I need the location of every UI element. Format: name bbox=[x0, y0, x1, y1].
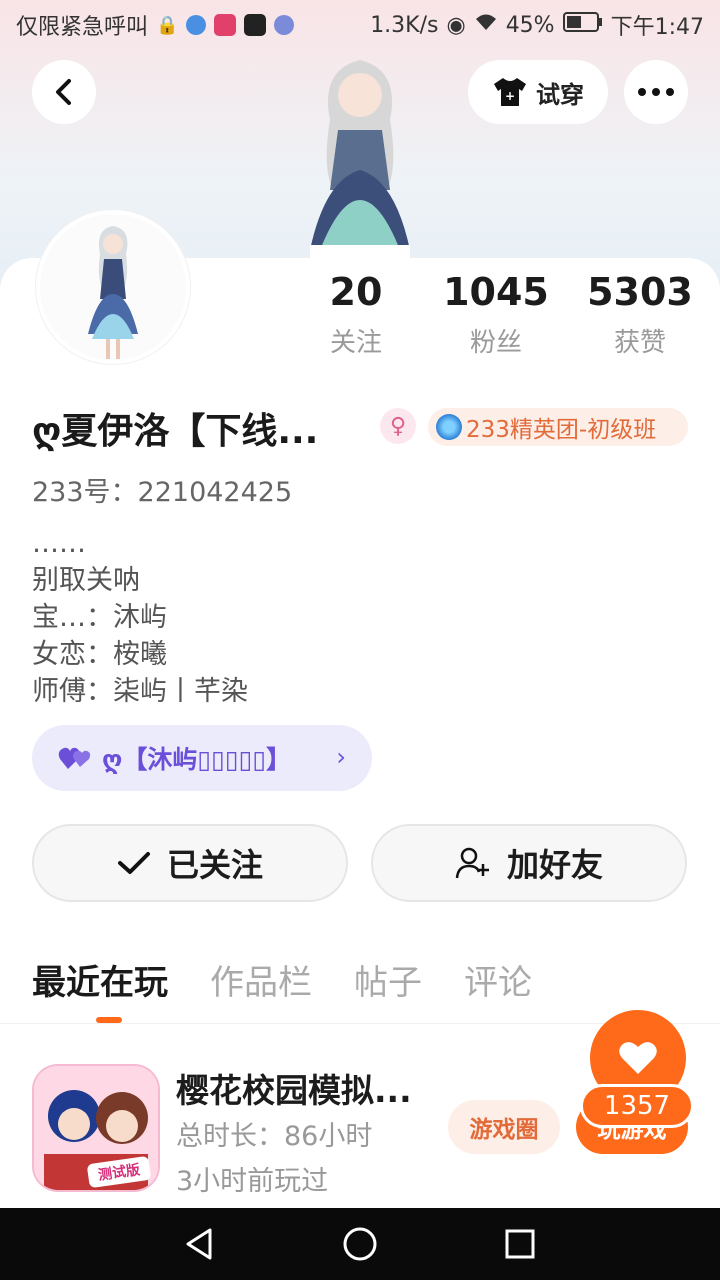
tshirt-icon: + bbox=[494, 78, 526, 106]
chevron-left-icon bbox=[56, 79, 71, 105]
chevron-right-icon: › bbox=[336, 743, 346, 771]
game-total-time: 总时长：86小时 bbox=[176, 1121, 373, 1152]
status-bar-left: 仅限紧急呼叫 🔒 bbox=[16, 9, 295, 41]
game-last-played: 3小时前玩过 bbox=[176, 1166, 329, 1197]
gender-female-icon: ♀ bbox=[380, 408, 416, 444]
stat-likes[interactable]: 5303 获赞 bbox=[570, 270, 710, 359]
svg-text:+: + bbox=[505, 89, 515, 103]
nav-back-button[interactable] bbox=[180, 1224, 220, 1264]
double-heart-icon bbox=[58, 747, 91, 769]
status-bar: 仅限紧急呼叫 🔒 1.3K/s ◉ 45% 下午1:47 bbox=[0, 0, 720, 50]
stat-value: 20 bbox=[329, 270, 383, 314]
bio-line: …… bbox=[32, 528, 86, 559]
wifi-icon bbox=[474, 12, 498, 38]
stat-value: 5303 bbox=[587, 270, 693, 314]
gem-icon bbox=[436, 414, 462, 440]
stat-label: 粉丝 bbox=[469, 328, 522, 358]
tab-posts[interactable]: 帖子 bbox=[354, 955, 422, 1004]
square-recents-icon bbox=[505, 1229, 535, 1259]
triangle-back-icon bbox=[186, 1228, 212, 1260]
game-circle-button[interactable]: 游戏圈 bbox=[448, 1100, 560, 1154]
check-icon bbox=[117, 852, 150, 874]
nav-recents-button[interactable] bbox=[500, 1224, 540, 1264]
add-user-icon bbox=[455, 847, 489, 879]
profile-tabs: 最近在玩 作品栏 帖子 评论 bbox=[32, 955, 532, 1023]
bio-line: 别取关呐 bbox=[32, 565, 140, 596]
app-icon bbox=[186, 15, 207, 35]
avatar[interactable] bbox=[36, 210, 190, 364]
camera-app-icon bbox=[214, 14, 237, 36]
bio-line: 女恋：桉曦 bbox=[32, 639, 167, 670]
stat-label: 获赞 bbox=[613, 328, 666, 358]
bio: …… 别取关呐 宝…：沐屿 女恋：桉曦 师傅：柒屿丨芊染 bbox=[32, 525, 248, 710]
lock-icon: 🔒 bbox=[156, 14, 179, 36]
more-dots-icon bbox=[638, 88, 674, 96]
stat-following[interactable]: 20 关注 bbox=[286, 270, 426, 359]
bio-line: 宝…：沐屿 bbox=[32, 602, 167, 633]
tab-recently-played[interactable]: 最近在玩 bbox=[32, 955, 168, 1023]
battery-percent: 45% bbox=[505, 12, 555, 38]
game-icon[interactable]: 测试版 bbox=[32, 1064, 160, 1192]
carrier-text: 仅限紧急呼叫 bbox=[16, 15, 149, 40]
cp-label: ღ【沐屿▯▯▯▯▯】 bbox=[102, 745, 292, 774]
battery-icon bbox=[562, 11, 603, 39]
circle-home-icon bbox=[343, 1227, 377, 1261]
add-friend-button[interactable]: 加好友 bbox=[371, 824, 687, 902]
club-badge-label: 233精英团-初级班 bbox=[466, 417, 657, 443]
heart-icon bbox=[619, 1042, 657, 1074]
stat-value: 1045 bbox=[443, 270, 549, 314]
nav-home-button[interactable] bbox=[340, 1224, 380, 1264]
game-title: 樱花校园模拟... bbox=[176, 1071, 412, 1110]
username: ღ夏伊洛【下线... bbox=[32, 411, 319, 452]
followed-button[interactable]: 已关注 bbox=[32, 824, 348, 902]
more-options-button[interactable] bbox=[624, 60, 688, 124]
cp-relationship-pill[interactable]: ღ【沐屿▯▯▯▯▯】 › bbox=[32, 725, 372, 791]
try-on-button[interactable]: + 试穿 bbox=[468, 60, 608, 124]
eye-icon: ◉ bbox=[446, 12, 466, 38]
club-badge[interactable]: 233精英团-初级班 bbox=[428, 408, 688, 446]
stat-followers[interactable]: 1045 粉丝 bbox=[426, 270, 566, 359]
music-app-icon bbox=[274, 15, 295, 35]
bio-line: 师傅：柒屿丨芊染 bbox=[32, 676, 248, 707]
capcut-app-icon bbox=[244, 14, 267, 36]
stat-label: 关注 bbox=[329, 328, 382, 358]
try-on-label: 试穿 bbox=[536, 80, 584, 109]
network-speed: 1.3K/s bbox=[370, 12, 439, 38]
status-bar-right: 1.3K/s ◉ 45% 下午1:47 bbox=[370, 9, 704, 41]
user-id: 233号：221042425 bbox=[32, 477, 293, 508]
followed-label: 已关注 bbox=[166, 846, 263, 884]
character-figure bbox=[280, 50, 440, 260]
system-nav-bar bbox=[0, 1208, 720, 1280]
add-friend-label: 加好友 bbox=[506, 846, 603, 884]
back-button[interactable] bbox=[32, 60, 96, 124]
profile-stats: 20 关注 1045 粉丝 5303 获赞 bbox=[300, 270, 700, 370]
like-count: 1357 bbox=[580, 1084, 694, 1128]
tab-comments[interactable]: 评论 bbox=[464, 955, 532, 1004]
clock: 下午1:47 bbox=[610, 15, 704, 40]
tab-works[interactable]: 作品栏 bbox=[210, 955, 312, 1004]
